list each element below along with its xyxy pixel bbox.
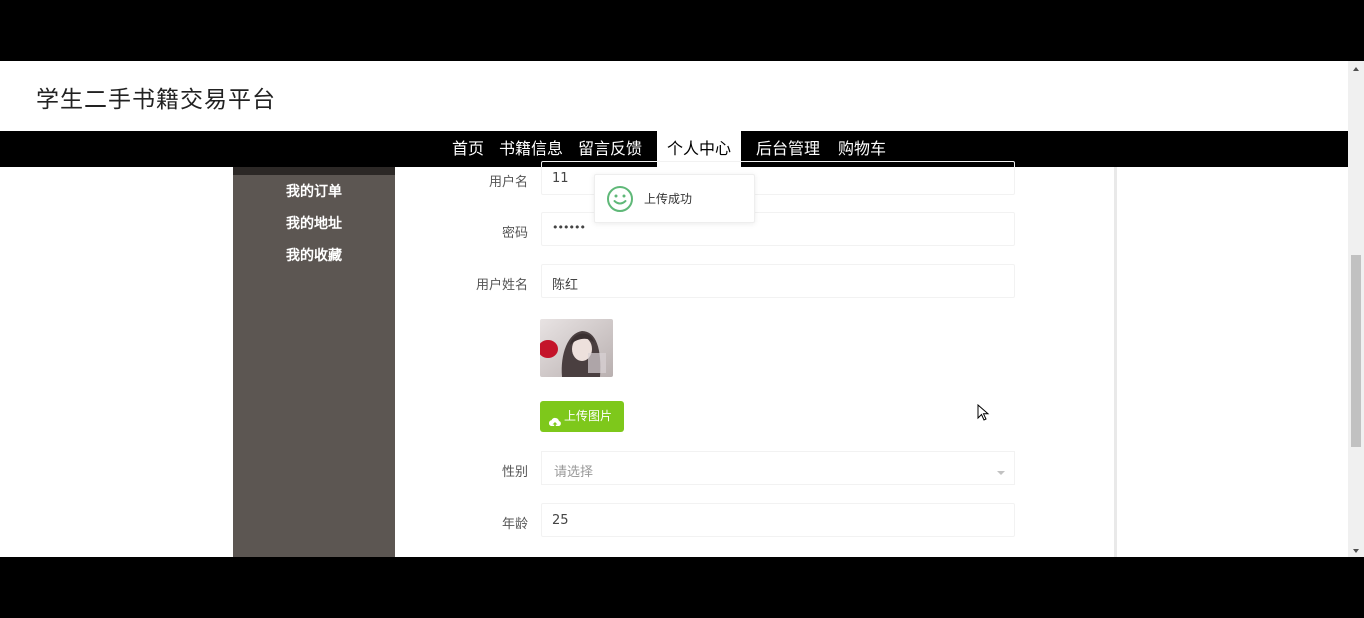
sidebar: 我的订单 我的地址 我的收藏 [233,167,395,557]
realname-value: 陈红 [552,278,579,293]
age-value: 25 [552,513,569,528]
nav-home[interactable]: 首页 [452,131,484,167]
site-title: 学生二手书籍交易平台 [36,87,276,113]
upload-icon [548,410,562,428]
username-label: 用户名 [488,175,528,190]
panel-right-border [1114,167,1117,557]
password-label: 密码 [501,226,528,241]
upload-image-label: 上传图片 [564,409,613,423]
letterbox-bottom [0,557,1364,618]
toast-message: 上传成功 [644,192,693,206]
age-label: 年龄 [501,517,528,532]
smile-icon [606,185,634,213]
username-value: 11 [552,171,569,186]
sidebar-item-my-address[interactable]: 我的地址 [233,213,395,233]
chevron-down-icon [996,463,1006,475]
page-scrollbar[interactable] [1348,61,1364,557]
realname-field[interactable] [541,264,1015,298]
password-value: •••••• [552,221,586,234]
avatar-image [540,319,613,377]
age-field[interactable] [541,503,1015,537]
upload-image-button[interactable]: 上传图片 [540,401,624,432]
mouse-pointer-icon [977,403,991,422]
gender-placeholder: 请选择 [554,465,594,480]
gender-label: 性别 [501,465,528,480]
sidebar-item-my-favorites[interactable]: 我的收藏 [233,245,395,265]
letterbox-top [0,0,1364,61]
upload-success-toast: 上传成功 [594,174,755,223]
scroll-up-icon[interactable] [1348,61,1364,75]
realname-label: 用户姓名 [475,278,528,293]
scroll-down-icon[interactable] [1348,543,1364,557]
gender-select[interactable]: 请选择 [541,451,1015,485]
sidebar-top-strip [233,167,395,175]
site-header: 学生二手书籍交易平台 [0,61,1348,131]
sidebar-item-my-orders[interactable]: 我的订单 [233,181,395,201]
scrollbar-thumb[interactable] [1351,255,1361,447]
browser-viewport: 学生二手书籍交易平台 首页 书籍信息 留言反馈 个人中心 后台管理 购物车 我的… [0,61,1364,557]
